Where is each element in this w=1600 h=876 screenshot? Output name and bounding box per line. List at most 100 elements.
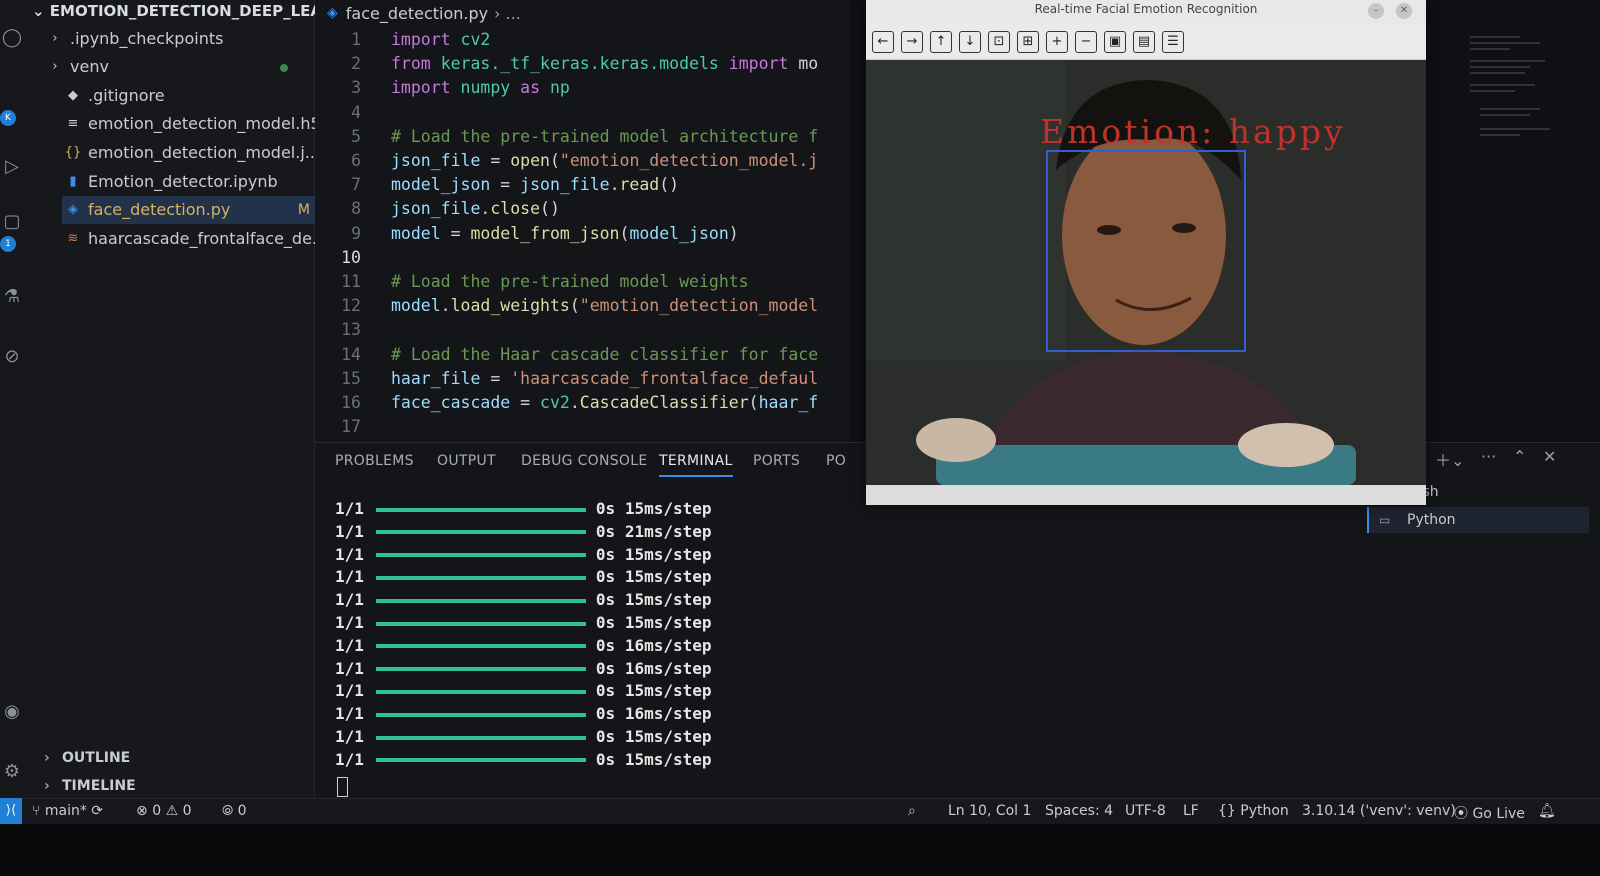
explorer-item-label: .ipynb_checkpoints	[70, 28, 224, 48]
new-terminal-icon[interactable]: ＋⌄	[1435, 447, 1464, 471]
code-line[interactable]: 15 haar_file = 'haarcascade_frontalface_d…	[315, 367, 850, 391]
save-icon[interactable]: ▣	[1104, 30, 1126, 53]
more-actions-icon[interactable]: ···	[1481, 447, 1496, 466]
code-line[interactable]: 6 json_file = open("emotion_detection_mod…	[315, 149, 850, 173]
code-line[interactable]: 5 # Load the pre-trained model architectu…	[315, 125, 850, 149]
panel-tab-ports[interactable]: PORTS	[753, 453, 800, 469]
problems-indicator[interactable]: ⊗ 0 ⚠ 0	[136, 803, 192, 819]
progress-bar	[375, 530, 586, 535]
line-number: 7	[351, 175, 361, 195]
arrow-down-icon[interactable]: ↓	[959, 30, 981, 53]
code-line[interactable]: 11 # Load the pre-trained model weights	[315, 270, 850, 294]
close-icon[interactable]: ✕	[1396, 3, 1412, 19]
code-line[interactable]: 1 import cv2	[315, 28, 850, 52]
zoom-out-icon[interactable]: −	[1075, 30, 1097, 53]
zoom-in-icon[interactable]: +	[1046, 30, 1068, 53]
code-line[interactable]: 9 model = model_from_json(model_json)	[315, 222, 850, 246]
notifications-bell-icon[interactable]: 🔔︎	[1538, 803, 1556, 819]
arrow-right-icon[interactable]: →	[901, 30, 923, 53]
code-line[interactable]: 13	[315, 318, 850, 342]
terminal-line: 1/1 0s 16ms/step	[335, 704, 712, 726]
explorer-item[interactable]: ≋ haarcascade_frontalface_de...	[62, 224, 332, 252]
run-debug-icon[interactable]: ▷	[0, 155, 24, 179]
zoom-icon[interactable]: ⌕	[908, 803, 916, 819]
code-editor[interactable]: ◈ face_detection.py › ... 1 import cv2 2 fr…	[315, 0, 850, 442]
indentation[interactable]: Spaces: 4	[1045, 803, 1113, 819]
code-line[interactable]: 10	[315, 246, 850, 270]
code-line[interactable]: 17	[315, 415, 850, 439]
scm-badge: K	[0, 110, 16, 126]
step-rate: 16ms/step	[624, 704, 712, 724]
window-titlebar[interactable]: Real-time Facial Emotion Recognition – ✕	[866, 0, 1426, 24]
minimize-icon[interactable]: –	[1368, 3, 1384, 19]
panel-tab-problems[interactable]: PROBLEMS	[335, 453, 414, 469]
code-line[interactable]: 7 model_json = json_file.read()	[315, 173, 850, 197]
explorer-item[interactable]: › venv	[44, 53, 314, 81]
code-text: model = model_from_json(model_json)	[391, 223, 739, 243]
language-mode[interactable]: {} Python	[1218, 803, 1289, 819]
explorer-item[interactable]: ≡ emotion_detection_model.h5	[62, 110, 332, 138]
step-time: 0s	[595, 727, 616, 746]
encoding[interactable]: UTF-8	[1125, 803, 1166, 819]
step-time: 0s	[595, 681, 616, 701]
panel-tab-po[interactable]: PO	[826, 453, 846, 469]
zoom-fit-icon[interactable]: ⊡	[988, 30, 1010, 53]
breadcrumb-file[interactable]: face_detection.py	[346, 4, 488, 23]
panel-tab-terminal[interactable]: TERMINAL	[659, 453, 733, 477]
code-line[interactable]: 2 from keras._tf_keras.keras.models impor…	[315, 52, 850, 76]
copy-icon[interactable]: ▤	[1133, 30, 1155, 53]
progress-bar	[375, 735, 586, 740]
sync-icon[interactable]: ⟳	[91, 803, 103, 819]
testing-icon[interactable]: ⚗	[0, 285, 24, 309]
code-line[interactable]: 3 import numpy as np	[315, 76, 850, 100]
code-line[interactable]: 16 face_cascade = cv2.CascadeClassifier(h…	[315, 391, 850, 415]
extensions-icon[interactable]: ▢	[0, 210, 24, 234]
code-line[interactable]: 12 model.load_weights("emotion_detection_…	[315, 294, 850, 318]
arrow-left-icon[interactable]: ←	[872, 30, 894, 53]
minimap[interactable]	[1470, 28, 1560, 208]
warning-icon: ⚠	[165, 803, 179, 819]
arrow-up-icon[interactable]: ↑	[930, 30, 952, 53]
explorer-item[interactable]: ◈ face_detection.py M	[62, 195, 332, 224]
panel-tab-output[interactable]: OUTPUT	[437, 453, 496, 469]
line-number: 5	[351, 126, 361, 146]
zoom-region-icon[interactable]: ⊞	[1017, 30, 1039, 53]
account-icon[interactable]: ◉	[0, 700, 24, 724]
step-count: 1/1	[335, 567, 364, 587]
remote-explorer-icon[interactable]: ⊘	[0, 345, 24, 369]
breadcrumb-rest[interactable]: › ...	[494, 4, 521, 23]
remote-indicator[interactable]: ⟩⟨	[0, 798, 22, 824]
code-text: # Load the Haar cascade classifier for f…	[391, 344, 819, 364]
explorer-item[interactable]: ◆ .gitignore	[62, 81, 332, 109]
properties-icon[interactable]: ☰	[1162, 30, 1184, 53]
settings-gear-icon[interactable]: ⚙	[0, 760, 24, 784]
maximize-panel-icon[interactable]: ⌃	[1513, 447, 1526, 466]
branch-indicator[interactable]: ⑂ main* ⟳	[32, 803, 103, 819]
outline-section[interactable]: › OUTLINE	[44, 750, 130, 766]
terminal-instance[interactable]: ▭ Python	[1367, 507, 1589, 533]
explorer-folder-header[interactable]: ⌄ EMOTION_DETECTION_DEEP_LEA...	[32, 2, 339, 20]
line-number: 11	[341, 272, 361, 291]
terminal-line: 1/1 0s 15ms/step	[335, 499, 712, 521]
explorer-item[interactable]: {} emotion_detection_model.j...	[62, 138, 332, 166]
line-ending[interactable]: LF	[1183, 803, 1199, 819]
explorer-item[interactable]: › .ipynb_checkpoints	[44, 24, 314, 52]
code-line[interactable]: 14 # Load the Haar cascade classifier for…	[315, 343, 850, 367]
explorer-item[interactable]: ▮ Emotion_detector.ipynb	[62, 167, 332, 195]
panel-tab-debug-console[interactable]: DEBUG CONSOLE	[521, 453, 648, 469]
code-line[interactable]: 4	[315, 101, 850, 125]
cursor-position[interactable]: Ln 10, Col 1	[948, 803, 1031, 819]
step-rate: 15ms/step	[624, 499, 712, 518]
terminal-line: 1/1 0s 15ms/step	[335, 750, 712, 772]
close-panel-icon[interactable]: ✕	[1543, 447, 1556, 466]
go-live-button[interactable]: ⦿ Go Live	[1454, 803, 1525, 823]
code-line[interactable]: 8 json_file.close()	[315, 197, 850, 221]
python-interpreter[interactable]: 3.10.14 ('venv': venv)	[1302, 803, 1456, 819]
broadcast-icon: ⦾	[222, 803, 234, 819]
webcam-frame: Emotion: happy	[866, 60, 1426, 485]
timeline-section[interactable]: › TIMELINE	[44, 778, 136, 794]
json-braces-icon: {}	[64, 144, 82, 160]
line-number: 14	[341, 344, 361, 364]
explorer-icon[interactable]: ◯	[0, 26, 24, 50]
ports-indicator[interactable]: ⦾ 0	[222, 803, 247, 819]
